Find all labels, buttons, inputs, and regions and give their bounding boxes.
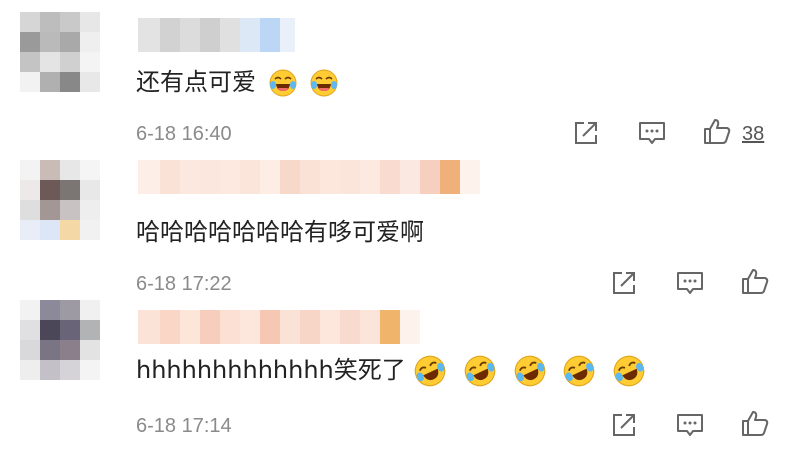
avatar[interactable]: [20, 300, 100, 380]
share-icon[interactable]: [609, 410, 639, 440]
rolling-laugh-emoji: [613, 355, 645, 387]
username-blurred[interactable]: [138, 310, 420, 344]
username-blurred[interactable]: [138, 18, 295, 52]
comment-item: 还有点可爱 6-18 16:40 38: [0, 0, 800, 150]
thumbs-up-icon[interactable]: [702, 116, 732, 146]
rolling-laugh-emoji: [514, 355, 545, 387]
comment-text: 还有点可爱: [136, 62, 339, 98]
username-blurred[interactable]: [138, 160, 480, 194]
comment-text: 哈哈哈哈哈哈哈有哆可爱啊: [136, 218, 424, 246]
laugh-cry-emoji: [310, 69, 338, 97]
thumbs-up-icon[interactable]: [740, 408, 770, 438]
like-count[interactable]: 38: [742, 123, 764, 146]
rolling-laugh-emoji: [415, 355, 446, 387]
comment-item: 哈哈哈哈哈哈哈有哆可爱啊 6-18 17:22: [0, 150, 800, 300]
laugh-cry-emoji: [269, 69, 297, 97]
avatar[interactable]: [20, 160, 100, 240]
comment-text: hhhhhhhhhhhhh笑死了: [136, 350, 646, 388]
comment-icon[interactable]: [675, 410, 705, 440]
comment-item: hhhhhhhhhhhhh笑死了 6-18 17:14: [0, 290, 800, 453]
comment-time: 6-18 17:14: [136, 415, 232, 437]
share-icon[interactable]: [571, 118, 601, 148]
emoji-group: [413, 355, 646, 387]
comment-icon[interactable]: [637, 118, 667, 148]
rolling-laugh-emoji: [464, 355, 496, 387]
comment-time: 6-18 16:40: [136, 123, 232, 145]
rolling-laugh-emoji: [564, 355, 595, 387]
avatar[interactable]: [20, 12, 100, 92]
